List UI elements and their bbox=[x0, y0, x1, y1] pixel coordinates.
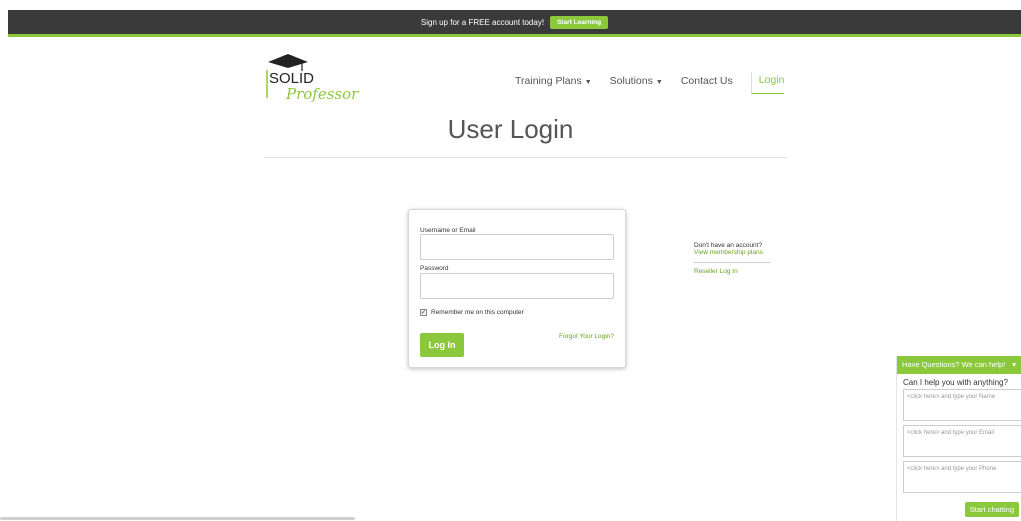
chat-header-label: Have Questions? We can help! bbox=[902, 360, 1006, 369]
log-in-button[interactable]: Log In bbox=[420, 333, 464, 357]
page-title: User Login bbox=[447, 114, 574, 144]
forgot-login-link[interactable]: Forgot Your Login? bbox=[559, 333, 614, 340]
password-input[interactable] bbox=[420, 273, 614, 299]
main-nav: Training Plans ▼ Solutions ▼ Contact Us Lo… bbox=[515, 68, 802, 94]
username-label: Username or Email bbox=[420, 227, 476, 234]
account-links: Don't have an account? View membership p… bbox=[694, 242, 770, 275]
chat-phone-input[interactable]: <click here> and type your Phone bbox=[903, 461, 1021, 493]
logo-word-professor: Professor bbox=[285, 85, 359, 102]
username-input[interactable] bbox=[420, 234, 614, 260]
chat-header[interactable]: Have Questions? We can help! ▾ bbox=[897, 356, 1021, 374]
remember-checkbox[interactable]: ✓ bbox=[420, 309, 427, 316]
promo-text: Sign up for a FREE account today! bbox=[420, 17, 545, 27]
logo[interactable]: SOLID Professor bbox=[264, 52, 369, 103]
chevron-down-icon[interactable]: ▾ bbox=[1012, 360, 1016, 370]
chat-name-input[interactable]: <click here> and type your Name bbox=[903, 389, 1021, 421]
chevron-down-icon: ▼ bbox=[655, 79, 663, 86]
reseller-login-link[interactable]: Reseller Log In bbox=[694, 268, 770, 275]
chevron-down-icon: ▼ bbox=[584, 79, 592, 86]
nav-solutions[interactable]: Solutions ▼ bbox=[610, 75, 663, 87]
remember-label: Remember me on this computer bbox=[431, 309, 524, 316]
chat-question: Can I help you with anything? bbox=[903, 378, 1008, 387]
start-learning-button[interactable]: Start Learning bbox=[550, 15, 609, 29]
divider bbox=[264, 157, 787, 158]
nav-contact-us[interactable]: Contact Us bbox=[681, 75, 733, 87]
divider bbox=[694, 262, 770, 263]
view-plans-link[interactable]: View membership plans bbox=[694, 249, 770, 256]
nav-login[interactable]: Login bbox=[750, 72, 785, 94]
horizontal-scrollbar[interactable] bbox=[0, 517, 355, 520]
login-form: Username or Email Password ✓ Remember me… bbox=[408, 209, 626, 368]
chat-widget: Have Questions? We can help! ▾ Can I hel… bbox=[896, 356, 1021, 521]
start-chatting-button[interactable]: Start chatting bbox=[964, 502, 1019, 517]
remember-me: ✓ Remember me on this computer bbox=[420, 309, 524, 316]
no-account-text: Don't have an account? bbox=[694, 242, 763, 249]
chat-email-input[interactable]: <click here> and type your Email bbox=[903, 425, 1021, 457]
password-label: Password bbox=[420, 265, 449, 272]
nav-training-plans[interactable]: Training Plans ▼ bbox=[515, 75, 592, 87]
promo-bar: Sign up for a FREE account today! Start … bbox=[8, 10, 1021, 37]
solid-professor-logo: SOLID Professor bbox=[266, 54, 359, 103]
